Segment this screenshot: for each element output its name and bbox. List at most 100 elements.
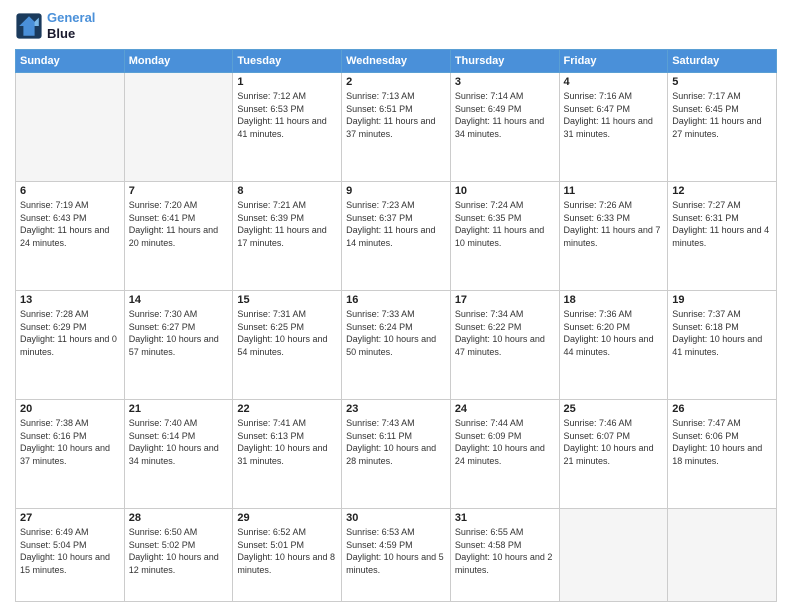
day-number: 29: [237, 512, 337, 524]
cell-content: Sunrise: 7:46 AM Sunset: 6:07 PM Dayligh…: [564, 417, 664, 467]
day-number: 23: [346, 403, 446, 415]
cell-content: Sunrise: 7:31 AM Sunset: 6:25 PM Dayligh…: [237, 308, 337, 358]
day-number: 13: [20, 294, 120, 306]
calendar-cell: 10 Sunrise: 7:24 AM Sunset: 6:35 PM Dayli…: [450, 182, 559, 291]
cell-content: Sunrise: 6:53 AM Sunset: 4:59 PM Dayligh…: [346, 526, 446, 576]
calendar-cell: 9 Sunrise: 7:23 AM Sunset: 6:37 PM Daylig…: [342, 182, 451, 291]
day-number: 22: [237, 403, 337, 415]
weekday-header: Wednesday: [342, 50, 451, 73]
day-number: 28: [129, 512, 229, 524]
weekday-header: Thursday: [450, 50, 559, 73]
day-number: 7: [129, 185, 229, 197]
cell-content: Sunrise: 6:55 AM Sunset: 4:58 PM Dayligh…: [455, 526, 555, 576]
cell-content: Sunrise: 7:37 AM Sunset: 6:18 PM Dayligh…: [672, 308, 772, 358]
weekday-header: Saturday: [668, 50, 777, 73]
calendar-cell: 24 Sunrise: 7:44 AM Sunset: 6:09 PM Dayli…: [450, 400, 559, 509]
cell-content: Sunrise: 6:52 AM Sunset: 5:01 PM Dayligh…: [237, 526, 337, 576]
calendar-cell: 5Sunrise: 7:17 AM Sunset: 6:45 PM Daylig…: [668, 73, 777, 182]
calendar-cell: 31 Sunrise: 6:55 AM Sunset: 4:58 PM Dayli…: [450, 509, 559, 602]
logo-text: General Blue: [47, 10, 95, 41]
day-number: 15: [237, 294, 337, 306]
calendar-cell: 12Sunrise: 7:27 AM Sunset: 6:31 PM Dayli…: [668, 182, 777, 291]
calendar-cell: [559, 509, 668, 602]
cell-content: Sunrise: 7:14 AM Sunset: 6:49 PM Dayligh…: [455, 90, 555, 140]
weekday-header: Monday: [124, 50, 233, 73]
cell-content: Sunrise: 7:13 AM Sunset: 6:51 PM Dayligh…: [346, 90, 446, 140]
calendar-cell: 28 Sunrise: 6:50 AM Sunset: 5:02 PM Dayli…: [124, 509, 233, 602]
cell-content: Sunrise: 7:17 AM Sunset: 6:45 PM Dayligh…: [672, 90, 772, 140]
calendar-table: SundayMondayTuesdayWednesdayThursdayFrid…: [15, 49, 777, 602]
weekday-header: Tuesday: [233, 50, 342, 73]
cell-content: Sunrise: 7:16 AM Sunset: 6:47 PM Dayligh…: [564, 90, 664, 140]
day-number: 2: [346, 76, 446, 88]
calendar-cell: 22 Sunrise: 7:41 AM Sunset: 6:13 PM Dayli…: [233, 400, 342, 509]
day-number: 4: [564, 76, 664, 88]
cell-content: Sunrise: 6:49 AM Sunset: 5:04 PM Dayligh…: [20, 526, 120, 576]
cell-content: Sunrise: 7:47 AM Sunset: 6:06 PM Dayligh…: [672, 417, 772, 467]
cell-content: Sunrise: 7:36 AM Sunset: 6:20 PM Dayligh…: [564, 308, 664, 358]
day-number: 10: [455, 185, 555, 197]
cell-content: Sunrise: 7:27 AM Sunset: 6:31 PM Dayligh…: [672, 199, 772, 249]
calendar-cell: 8 Sunrise: 7:21 AM Sunset: 6:39 PM Daylig…: [233, 182, 342, 291]
cell-content: Sunrise: 7:28 AM Sunset: 6:29 PM Dayligh…: [20, 308, 120, 358]
calendar-cell: 19 Sunrise: 7:37 AM Sunset: 6:18 PM Dayli…: [668, 291, 777, 400]
logo-icon: [15, 12, 43, 40]
cell-content: Sunrise: 7:23 AM Sunset: 6:37 PM Dayligh…: [346, 199, 446, 249]
calendar-cell: 30 Sunrise: 6:53 AM Sunset: 4:59 PM Dayli…: [342, 509, 451, 602]
cell-content: Sunrise: 7:19 AM Sunset: 6:43 PM Dayligh…: [20, 199, 120, 249]
day-number: 9: [346, 185, 446, 197]
cell-content: Sunrise: 7:40 AM Sunset: 6:14 PM Dayligh…: [129, 417, 229, 467]
day-number: 11: [564, 185, 664, 197]
logo: General Blue: [15, 10, 95, 41]
day-number: 14: [129, 294, 229, 306]
cell-content: Sunrise: 7:30 AM Sunset: 6:27 PM Dayligh…: [129, 308, 229, 358]
calendar-cell: 16Sunrise: 7:33 AM Sunset: 6:24 PM Dayli…: [342, 291, 451, 400]
day-number: 1: [237, 76, 337, 88]
day-number: 21: [129, 403, 229, 415]
day-number: 30: [346, 512, 446, 524]
day-number: 20: [20, 403, 120, 415]
calendar-week-row: 1 Sunrise: 7:12 AM Sunset: 6:53 PM Daylig…: [16, 73, 777, 182]
calendar-cell: 23 Sunrise: 7:43 AM Sunset: 6:11 PM Dayli…: [342, 400, 451, 509]
calendar-cell: 13 Sunrise: 7:28 AM Sunset: 6:29 PM Dayli…: [16, 291, 125, 400]
day-number: 24: [455, 403, 555, 415]
day-number: 25: [564, 403, 664, 415]
weekday-header: Sunday: [16, 50, 125, 73]
day-number: 16: [346, 294, 446, 306]
calendar-week-row: 13 Sunrise: 7:28 AM Sunset: 6:29 PM Dayli…: [16, 291, 777, 400]
cell-content: Sunrise: 7:41 AM Sunset: 6:13 PM Dayligh…: [237, 417, 337, 467]
calendar-cell: 6 Sunrise: 7:19 AM Sunset: 6:43 PM Daylig…: [16, 182, 125, 291]
cell-content: Sunrise: 7:43 AM Sunset: 6:11 PM Dayligh…: [346, 417, 446, 467]
header: General Blue: [15, 10, 777, 41]
day-number: 31: [455, 512, 555, 524]
day-number: 3: [455, 76, 555, 88]
day-number: 26: [672, 403, 772, 415]
cell-content: Sunrise: 7:20 AM Sunset: 6:41 PM Dayligh…: [129, 199, 229, 249]
cell-content: Sunrise: 7:24 AM Sunset: 6:35 PM Dayligh…: [455, 199, 555, 249]
calendar-week-row: 6 Sunrise: 7:19 AM Sunset: 6:43 PM Daylig…: [16, 182, 777, 291]
calendar-cell: 4 Sunrise: 7:16 AM Sunset: 6:47 PM Daylig…: [559, 73, 668, 182]
cell-content: Sunrise: 7:12 AM Sunset: 6:53 PM Dayligh…: [237, 90, 337, 140]
cell-content: Sunrise: 7:21 AM Sunset: 6:39 PM Dayligh…: [237, 199, 337, 249]
calendar-cell: 14 Sunrise: 7:30 AM Sunset: 6:27 PM Dayli…: [124, 291, 233, 400]
calendar-cell: 15 Sunrise: 7:31 AM Sunset: 6:25 PM Dayli…: [233, 291, 342, 400]
cell-content: Sunrise: 7:34 AM Sunset: 6:22 PM Dayligh…: [455, 308, 555, 358]
day-number: 6: [20, 185, 120, 197]
calendar-week-row: 20 Sunrise: 7:38 AM Sunset: 6:16 PM Dayli…: [16, 400, 777, 509]
day-number: 8: [237, 185, 337, 197]
day-number: 17: [455, 294, 555, 306]
calendar-cell: 3 Sunrise: 7:14 AM Sunset: 6:49 PM Daylig…: [450, 73, 559, 182]
calendar-cell: [16, 73, 125, 182]
cell-content: Sunrise: 7:44 AM Sunset: 6:09 PM Dayligh…: [455, 417, 555, 467]
calendar-cell: 17 Sunrise: 7:34 AM Sunset: 6:22 PM Dayli…: [450, 291, 559, 400]
calendar-cell: 2 Sunrise: 7:13 AM Sunset: 6:51 PM Daylig…: [342, 73, 451, 182]
calendar-cell: 11Sunrise: 7:26 AM Sunset: 6:33 PM Dayli…: [559, 182, 668, 291]
calendar-cell: 27Sunrise: 6:49 AM Sunset: 5:04 PM Dayli…: [16, 509, 125, 602]
day-number: 19: [672, 294, 772, 306]
cell-content: Sunrise: 6:50 AM Sunset: 5:02 PM Dayligh…: [129, 526, 229, 576]
day-number: 18: [564, 294, 664, 306]
calendar-cell: 18 Sunrise: 7:36 AM Sunset: 6:20 PM Dayli…: [559, 291, 668, 400]
cell-content: Sunrise: 7:38 AM Sunset: 6:16 PM Dayligh…: [20, 417, 120, 467]
calendar-cell: 1 Sunrise: 7:12 AM Sunset: 6:53 PM Daylig…: [233, 73, 342, 182]
calendar-cell: [668, 509, 777, 602]
